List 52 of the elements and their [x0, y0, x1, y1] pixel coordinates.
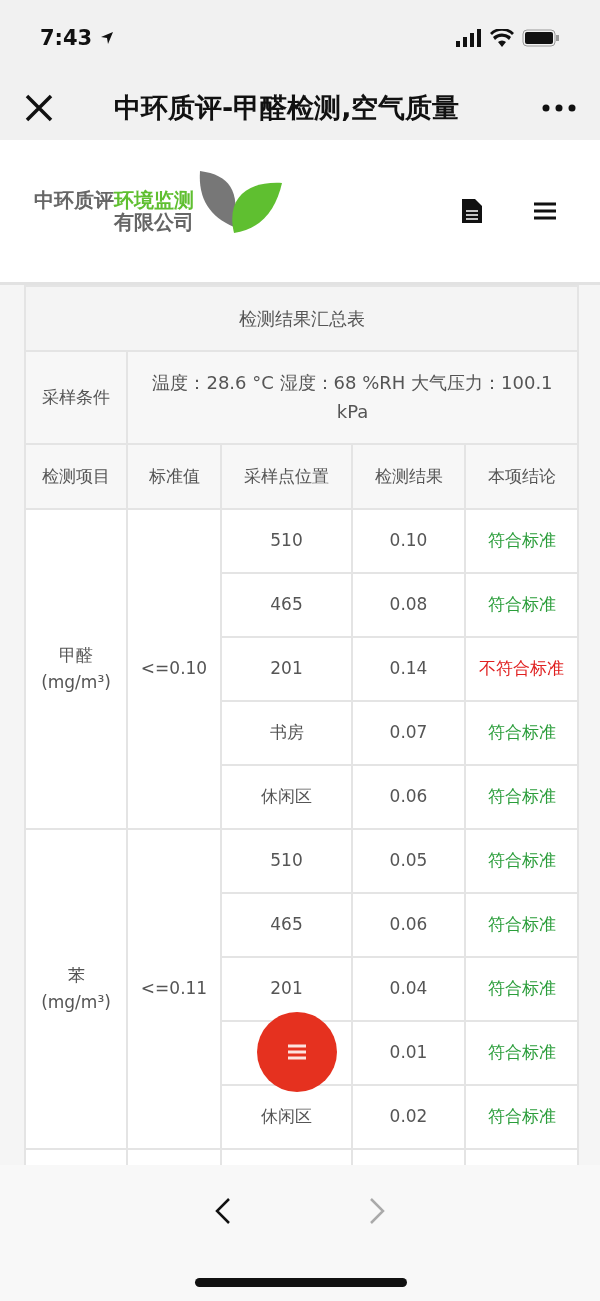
- table-cell: 201: [221, 957, 352, 1021]
- table-cell: 符合标准: [465, 957, 578, 1021]
- table-cell: 0.14: [352, 637, 465, 701]
- table-cell: 0.08: [352, 573, 465, 637]
- table-cell: 符合标准: [465, 829, 578, 893]
- table-cell: 符合标准: [465, 765, 578, 829]
- table-cell: 符合标准: [465, 573, 578, 637]
- table-cell: 0.02: [352, 1085, 465, 1149]
- table-cell: 465: [221, 573, 352, 637]
- battery-icon: [522, 28, 560, 47]
- table-cell: 符合标准: [465, 893, 578, 957]
- location-arrow-icon: [100, 30, 115, 45]
- more-button[interactable]: [542, 103, 576, 112]
- table-cell: 符合标准: [465, 701, 578, 765]
- table-cell: 不符合标准: [465, 637, 578, 701]
- logo-subtext: 有限公司: [114, 211, 194, 233]
- table-cell: 510: [221, 829, 352, 893]
- table-cell: 书房: [221, 701, 352, 765]
- table-header-cell: 检测结果: [352, 444, 465, 509]
- table-cell: 0.04: [352, 957, 465, 1021]
- table-cell: 温度：28.6 °C 湿度：68 %RH 大气压力：100.1 kPa: [127, 351, 578, 444]
- table-cell: 符合标准: [465, 1085, 578, 1149]
- table-cell: 0.10: [352, 509, 465, 573]
- logo-text: 中环质评环境监测: [34, 189, 194, 211]
- table-cell: 符合标准: [465, 509, 578, 573]
- status-time: 7:43: [40, 25, 93, 50]
- table-cell: 符合标准: [465, 1021, 578, 1085]
- table-cell: 510: [221, 509, 352, 573]
- table-header-cell: 采样点位置: [221, 444, 352, 509]
- wifi-icon: [490, 28, 514, 47]
- page-title: 中环质评-甲醛检测,空气质量: [114, 90, 461, 125]
- table-cell: 苯 (mg/m³): [25, 829, 127, 1149]
- table-header-cell: 本项结论: [465, 444, 578, 509]
- table-header-cell: 检测项目: [25, 444, 127, 509]
- table-cell: 甲醛 (mg/m³): [25, 509, 127, 829]
- close-button[interactable]: [24, 92, 54, 123]
- table-cell: <=0.10: [127, 509, 221, 829]
- table-cell: 休闲区: [221, 1085, 352, 1149]
- table-cell: 0.05: [352, 829, 465, 893]
- table-header-cell: 标准值: [127, 444, 221, 509]
- signal-icon: [456, 28, 482, 47]
- table-cell: 0.06: [352, 893, 465, 957]
- table-header-cell: 采样条件: [25, 351, 127, 444]
- table-cell: 0.01: [352, 1021, 465, 1085]
- table-cell: 休闲区: [221, 765, 352, 829]
- table-cell: <=0.11: [127, 829, 221, 1149]
- table-title: 检测结果汇总表: [25, 286, 578, 351]
- table-cell: 465: [221, 893, 352, 957]
- table-cell: 0.07: [352, 701, 465, 765]
- table-cell: 201: [221, 637, 352, 701]
- menu-icon: [288, 1044, 306, 1060]
- table-cell: 0.06: [352, 765, 465, 829]
